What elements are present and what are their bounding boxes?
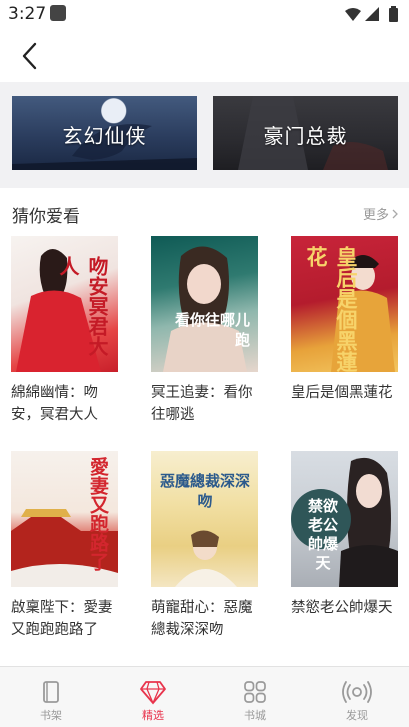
tab-label: 书架 <box>40 709 62 722</box>
book-cover: 惡魔總裁深深吻 <box>151 451 258 587</box>
chevron-left-icon <box>22 42 37 70</box>
radar-icon <box>342 677 372 707</box>
cover-title: 愛妻又跑路了 <box>87 457 109 571</box>
book-card[interactable]: 皇后是個黑蓮花 皇后是個黑蓮花 <box>291 236 398 404</box>
book-card[interactable]: 看你往哪儿跑 冥王追妻：看你往哪逃 <box>151 236 258 426</box>
book-cover: 吻安冥君大人 <box>11 236 118 372</box>
recommend-section-header: 猜你爱看 更多 <box>0 188 409 236</box>
grid-icon <box>240 677 270 707</box>
cover-title: 禁欲老公帥爆天 <box>307 497 338 572</box>
wifi-signal-battery-icon <box>345 6 398 22</box>
category-banner-fantasy[interactable]: 玄幻仙侠 <box>12 96 197 170</box>
cover-figure <box>163 246 247 372</box>
banner-label: 玄幻仙侠 <box>62 124 147 148</box>
tab-discover[interactable]: 发现 <box>306 667 408 727</box>
cover-title: 吻安冥君大人 <box>56 256 109 356</box>
book-cover: 皇后是個黑蓮花 <box>291 236 398 372</box>
book-card[interactable]: 惡魔總裁深深吻 萌寵甜心：惡魔總裁深深吻 <box>151 451 258 641</box>
back-button[interactable] <box>12 38 48 74</box>
book-card[interactable]: 愛妻又跑路了 啟稟陛下：愛妻又跑跑跑路了 <box>11 451 118 641</box>
chevron-right-icon <box>392 209 398 218</box>
status-bar: 3:27 <box>0 0 409 30</box>
bottom-tab-bar: 书架 精选 书城 发现 <box>0 666 409 727</box>
bookshelf-icon <box>36 677 66 707</box>
book-title: 綿綿幽情：吻安，冥君大人 <box>11 385 98 423</box>
book-title: 冥王追妻：看你往哪逃 <box>151 385 253 423</box>
tab-bookshelf[interactable]: 书架 <box>0 667 102 727</box>
book-title: 啟稟陛下：愛妻又跑跑跑路了 <box>11 600 113 638</box>
book-cover: 禁欲老公帥爆天 <box>291 451 398 587</box>
cover-title: 惡魔總裁深深吻 <box>159 472 250 510</box>
nav-bar <box>0 30 409 82</box>
book-title: 禁慾老公帥爆天 <box>291 600 393 616</box>
more-link[interactable]: 更多 <box>363 204 399 223</box>
book-cover: 看你往哪儿跑 <box>151 236 258 372</box>
status-indicators <box>343 6 403 24</box>
notification-app-icon <box>50 5 66 21</box>
tab-bookstore[interactable]: 书城 <box>204 667 306 727</box>
cover-title: 皇后是個黑蓮花 <box>304 246 359 372</box>
diamond-icon <box>138 677 168 707</box>
book-title: 皇后是個黑蓮花 <box>291 385 393 401</box>
tab-label: 精选 <box>142 709 164 722</box>
book-title: 萌寵甜心：惡魔總裁深深吻 <box>151 600 253 638</box>
tab-featured[interactable]: 精选 <box>102 667 204 727</box>
section-title: 猜你爱看 <box>12 207 80 227</box>
book-card[interactable]: 禁欲老公帥爆天 禁慾老公帥爆天 <box>291 451 398 619</box>
tab-label: 书城 <box>244 709 266 722</box>
more-label: 更多 <box>362 208 389 223</box>
cover-title: 看你往哪儿跑 <box>174 311 250 349</box>
tab-label: 发现 <box>346 709 368 722</box>
book-card[interactable]: 吻安冥君大人 綿綿幽情：吻安，冥君大人 <box>11 236 118 426</box>
status-time: 3:27 <box>8 4 47 24</box>
banner-label: 豪门总裁 <box>263 124 348 148</box>
category-banner-ceo[interactable]: 豪门总裁 <box>213 96 398 170</box>
book-cover: 愛妻又跑路了 <box>11 451 118 587</box>
